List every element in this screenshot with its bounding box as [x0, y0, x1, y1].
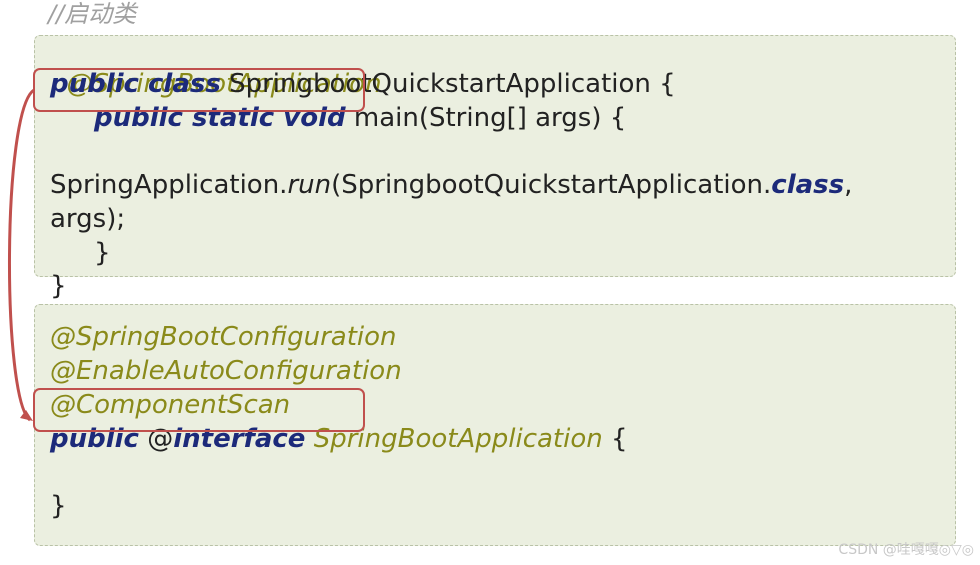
connector-arrow — [8, 88, 36, 422]
connector-arrowhead — [20, 410, 33, 421]
connector-arrow-line — [8, 88, 36, 422]
watermark: CSDN @哇嘎嘎◎▽◎ — [838, 542, 974, 558]
